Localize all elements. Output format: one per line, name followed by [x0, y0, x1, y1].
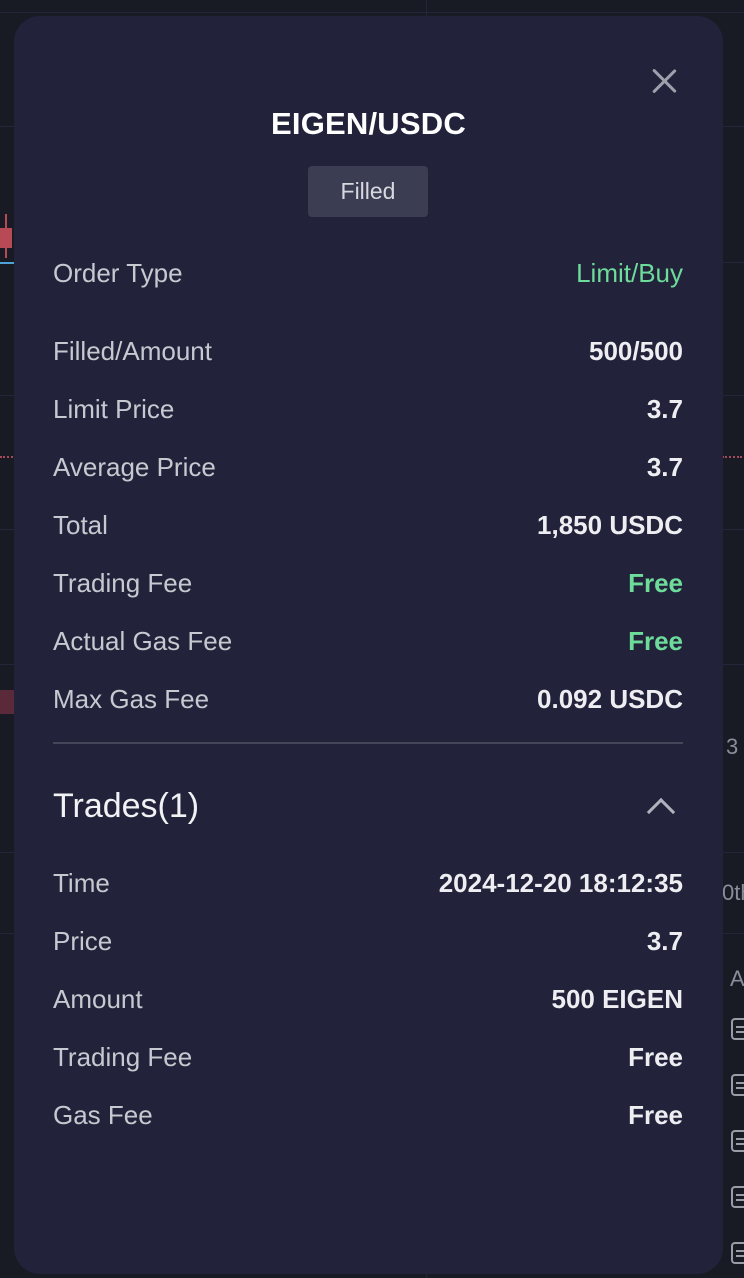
background-text: A	[730, 966, 744, 991]
detail-label: Trading Fee	[53, 567, 193, 598]
trade-row-trading-fee: Trading Fee Free	[53, 1039, 683, 1075]
detail-value: 500/500	[589, 335, 683, 366]
detail-row-max-gas-fee: Max Gas Fee 0.092 USDC	[53, 681, 683, 717]
detail-value: 3.7	[646, 451, 683, 482]
trades-title: Trades(1)	[53, 786, 200, 825]
trade-value: Free	[628, 1041, 683, 1072]
detail-row-total: Total 1,850 USDC	[53, 507, 683, 543]
detail-label: Limit Price	[53, 393, 175, 424]
trade-label: Trading Fee	[53, 1041, 193, 1072]
status-badge: Filled	[308, 166, 428, 217]
trade-label: Time	[53, 867, 110, 898]
order-detail-modal: EIGEN/USDC Filled Order Type Limit/Buy F…	[14, 16, 723, 1274]
detail-label: Order Type	[53, 257, 183, 288]
chevron-up-icon[interactable]	[646, 797, 676, 827]
detail-value: Limit/Buy	[576, 257, 683, 288]
trade-row-price: Price 3.7	[53, 923, 683, 959]
trades-section-toggle[interactable]: Trades(1)	[53, 784, 683, 828]
detail-row-trading-fee: Trading Fee Free	[53, 565, 683, 601]
trade-value: 3.7	[646, 925, 683, 956]
detail-label: Total	[53, 509, 108, 540]
detail-row-filled-amount: Filled/Amount 500/500	[53, 333, 683, 369]
trade-label: Gas Fee	[53, 1099, 153, 1130]
detail-label: Filled/Amount	[53, 335, 212, 366]
detail-value: Free	[628, 625, 683, 656]
list-icon[interactable]	[731, 1130, 744, 1152]
detail-label: Max Gas Fee	[53, 683, 210, 714]
background-text: 3	[726, 734, 739, 759]
trade-row-time: Time 2024-12-20 18:12:35	[53, 865, 683, 901]
list-icon[interactable]	[731, 1018, 744, 1040]
detail-row-limit-price: Limit Price 3.7	[53, 391, 683, 427]
trade-row-gas-fee: Gas Fee Free	[53, 1097, 683, 1133]
grid-line	[0, 12, 744, 13]
candle	[0, 690, 14, 714]
detail-label: Average Price	[53, 451, 216, 482]
trade-label: Price	[53, 925, 113, 956]
trade-label: Amount	[53, 983, 143, 1014]
list-icon[interactable]	[731, 1186, 744, 1208]
background-text: 0th	[722, 880, 744, 905]
list-icon[interactable]	[731, 1074, 744, 1096]
price-line	[722, 456, 742, 458]
close-icon[interactable]	[651, 68, 677, 94]
candle	[0, 228, 12, 248]
detail-label: Actual Gas Fee	[53, 625, 233, 656]
trade-value: Free	[628, 1099, 683, 1130]
detail-row-actual-gas-fee: Actual Gas Fee Free	[53, 623, 683, 659]
trade-value: 500 EIGEN	[551, 983, 683, 1014]
detail-value: 3.7	[646, 393, 683, 424]
divider	[53, 742, 683, 744]
detail-row-order-type: Order Type Limit/Buy	[53, 255, 683, 291]
trade-row-amount: Amount 500 EIGEN	[53, 981, 683, 1017]
list-icon[interactable]	[731, 1242, 744, 1264]
detail-value: 1,850 USDC	[537, 509, 683, 540]
trade-value: 2024-12-20 18:12:35	[438, 867, 683, 898]
modal-title: EIGEN/USDC	[271, 106, 466, 141]
detail-row-average-price: Average Price 3.7	[53, 449, 683, 485]
indicator-line	[0, 262, 14, 264]
detail-value: 0.092 USDC	[537, 683, 683, 714]
detail-value: Free	[628, 567, 683, 598]
